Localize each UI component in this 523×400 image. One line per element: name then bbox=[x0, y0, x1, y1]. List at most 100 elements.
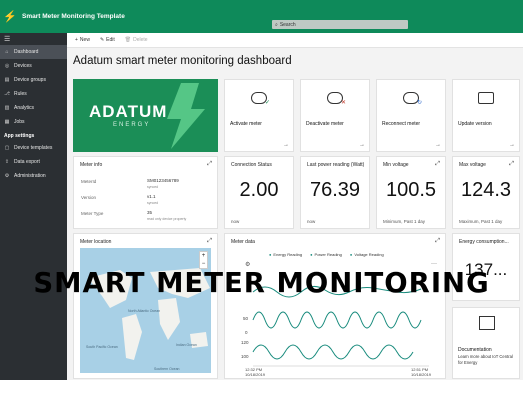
edit-button[interactable]: ✎ Edit bbox=[100, 37, 115, 43]
tile-value: 76.39 bbox=[309, 179, 361, 201]
book-icon bbox=[479, 316, 495, 330]
hamburger-icon[interactable]: ☰ bbox=[0, 33, 67, 45]
home-icon: ⌂ bbox=[5, 49, 9, 55]
meter-info-title: Meter info bbox=[80, 162, 103, 168]
y-tick-label: 50 bbox=[243, 316, 249, 321]
app-title: Smart Meter Monitoring Template bbox=[22, 13, 125, 20]
connection-status-tile: Connection Status 2.00 now bbox=[224, 156, 294, 229]
last-power-reading-tile: Last power reading (Watt) 76.39 now bbox=[300, 156, 370, 229]
map-label: South Pacific Ocean bbox=[86, 345, 118, 349]
documentation-card[interactable]: Documentation Learn more about IoT Centr… bbox=[452, 307, 520, 379]
pencil-icon: ✎ bbox=[99, 37, 105, 43]
bottom-margin bbox=[0, 380, 523, 400]
sidebar-item-jobs[interactable]: ▦ Jobs bbox=[0, 115, 67, 129]
sidebar-item-administration[interactable]: ⚙ Administration bbox=[0, 169, 67, 183]
y-tick-label: 100 bbox=[241, 354, 249, 359]
new-button[interactable]: + New bbox=[75, 37, 90, 43]
tile-subtitle: Minimum, Past 1 day bbox=[383, 219, 426, 224]
tile-value: 100.5 bbox=[385, 179, 437, 201]
meter-info-sub: synced bbox=[147, 185, 159, 189]
new-label: New bbox=[79, 37, 90, 43]
meter-location-card: Meter location ⤢ North Atlantic Ocean So… bbox=[73, 233, 218, 379]
meter-info-sub: read only device property bbox=[147, 217, 187, 221]
sidebar-item-dashboard[interactable]: ⌂ Dashboard bbox=[0, 45, 67, 59]
page-title: Adatum smart meter monitoring dashboard bbox=[73, 55, 292, 67]
y-tick-label: 0 bbox=[245, 330, 248, 335]
meter-location-title: Meter location bbox=[80, 239, 112, 245]
x-start-date: 10/18/2019 bbox=[245, 372, 266, 377]
delete-button[interactable]: 🗑 Delete bbox=[125, 37, 148, 43]
search-icon: ⌕ bbox=[275, 21, 278, 28]
lightning-icon: ⚡ bbox=[3, 11, 17, 23]
meter-data-card: Meter data ⤢ Energy Reading Power Readin… bbox=[224, 233, 446, 379]
adatum-logo-tile: ADATUM ENERGY bbox=[73, 79, 218, 152]
sidebar-item-device-groups[interactable]: ▤ Device groups bbox=[0, 73, 67, 87]
tile-subtitle: now bbox=[231, 219, 240, 224]
meter-info-value: v1.1 bbox=[147, 194, 156, 199]
analytics-icon: ▥ bbox=[4, 105, 10, 111]
voltage-reading-line bbox=[252, 344, 414, 360]
admin-icon: ⚙ bbox=[4, 173, 10, 179]
sidebar-item-rules[interactable]: ⎇ Rules bbox=[0, 87, 67, 101]
logo-name: ADATUM bbox=[89, 102, 168, 121]
max-voltage-tile: Max voltage ⤢ 124.3 Maximum, Past 1 day bbox=[452, 156, 520, 229]
arrow-right-icon: → bbox=[435, 142, 441, 148]
meter-info-sub: synced bbox=[147, 201, 159, 205]
chip-icon bbox=[478, 92, 494, 104]
jobs-icon: ▦ bbox=[4, 119, 10, 125]
sidebar-item-analytics[interactable]: ▥ Analytics bbox=[0, 101, 67, 115]
meter-info-key: Meter Type bbox=[81, 211, 104, 216]
meter-info-key: Version bbox=[81, 195, 97, 200]
sidebar-item-label: Administration bbox=[14, 173, 46, 179]
sidebar-item-label: Device templates bbox=[14, 145, 53, 151]
top-bar: ⚡ Smart Meter Monitoring Template ⌕ Sear… bbox=[0, 0, 523, 33]
tile-value: 2.00 bbox=[239, 179, 279, 201]
sidebar-item-data-export[interactable]: ⇪ Data export bbox=[0, 155, 67, 169]
meter-info-value: SM0123456789 bbox=[147, 178, 179, 183]
search-input[interactable]: ⌕ Search bbox=[272, 20, 408, 29]
sidebar-item-label: Jobs bbox=[14, 119, 25, 125]
meter-data-chart: 50 0 120 100 12:32 PM 10/18/2019 12:51 P… bbox=[241, 286, 432, 377]
sidebar-item-devices[interactable]: ◎ Devices bbox=[0, 59, 67, 73]
tile-title: Min voltage bbox=[383, 162, 409, 168]
devices-icon: ◎ bbox=[4, 63, 10, 69]
map-label: Indian Ocean bbox=[176, 343, 197, 347]
meter-info-card: Meter info ⤢ MeterId SM0123456789 synced… bbox=[73, 156, 218, 229]
tile-title: Max voltage bbox=[459, 162, 486, 168]
sidebar-section-title: App settings bbox=[4, 133, 35, 139]
deactivate-meter-tile[interactable]: ✕ Deactivate meter → bbox=[300, 79, 370, 152]
meter-info-key: MeterId bbox=[81, 179, 97, 184]
meter-refresh-icon: ↻ bbox=[403, 92, 422, 106]
delete-label: Delete bbox=[133, 37, 148, 43]
deactivate-meter-label: Deactivate meter bbox=[306, 121, 344, 127]
sidebar: ☰ ⌂ Dashboard ◎ Devices ▤ Device groups ⎇ Ru… bbox=[0, 33, 67, 380]
expand-icon[interactable]: ⤢ bbox=[207, 161, 212, 168]
sidebar-item-label: Data export bbox=[14, 159, 40, 165]
device-groups-icon: ▤ bbox=[4, 77, 10, 83]
tile-subtitle: now bbox=[307, 219, 316, 224]
arrow-right-icon: → bbox=[283, 142, 289, 148]
sidebar-item-device-templates[interactable]: ▢ Device templates bbox=[0, 141, 67, 155]
energy-title: Energy consumption... bbox=[459, 239, 509, 245]
zoom-in-icon[interactable]: + bbox=[200, 252, 207, 260]
update-version-tile[interactable]: Update version → bbox=[452, 79, 520, 152]
activate-meter-tile[interactable]: ✓ Activate meter → bbox=[224, 79, 294, 152]
reconnect-meter-tile[interactable]: ↻ Reconnect meter → bbox=[376, 79, 446, 152]
tile-value: 124.3 bbox=[460, 179, 512, 201]
plus-icon: + bbox=[75, 37, 78, 43]
logo-sub: ENERGY bbox=[113, 122, 151, 128]
documentation-text: Learn more about IoT Central for Energy bbox=[458, 354, 513, 365]
min-voltage-tile: Min voltage ⤢ 100.5 Minimum, Past 1 day bbox=[376, 156, 446, 229]
templates-icon: ▢ bbox=[4, 145, 10, 151]
activate-meter-label: Activate meter bbox=[230, 121, 262, 127]
expand-icon[interactable]: ⤢ bbox=[509, 161, 514, 168]
map-label: Southern Ocean bbox=[154, 367, 180, 371]
overlay-title: SMART METER MONITORING bbox=[33, 267, 490, 299]
documentation-title: Documentation bbox=[458, 347, 492, 353]
tile-subtitle: Maximum, Past 1 day bbox=[459, 219, 503, 224]
power-reading-line bbox=[252, 311, 422, 329]
x-end-date: 10/18/2019 bbox=[411, 372, 432, 377]
expand-icon[interactable]: ⤢ bbox=[435, 161, 440, 168]
map-label: North Atlantic Ocean bbox=[128, 309, 160, 313]
expand-icon[interactable]: ⤢ bbox=[207, 238, 212, 245]
